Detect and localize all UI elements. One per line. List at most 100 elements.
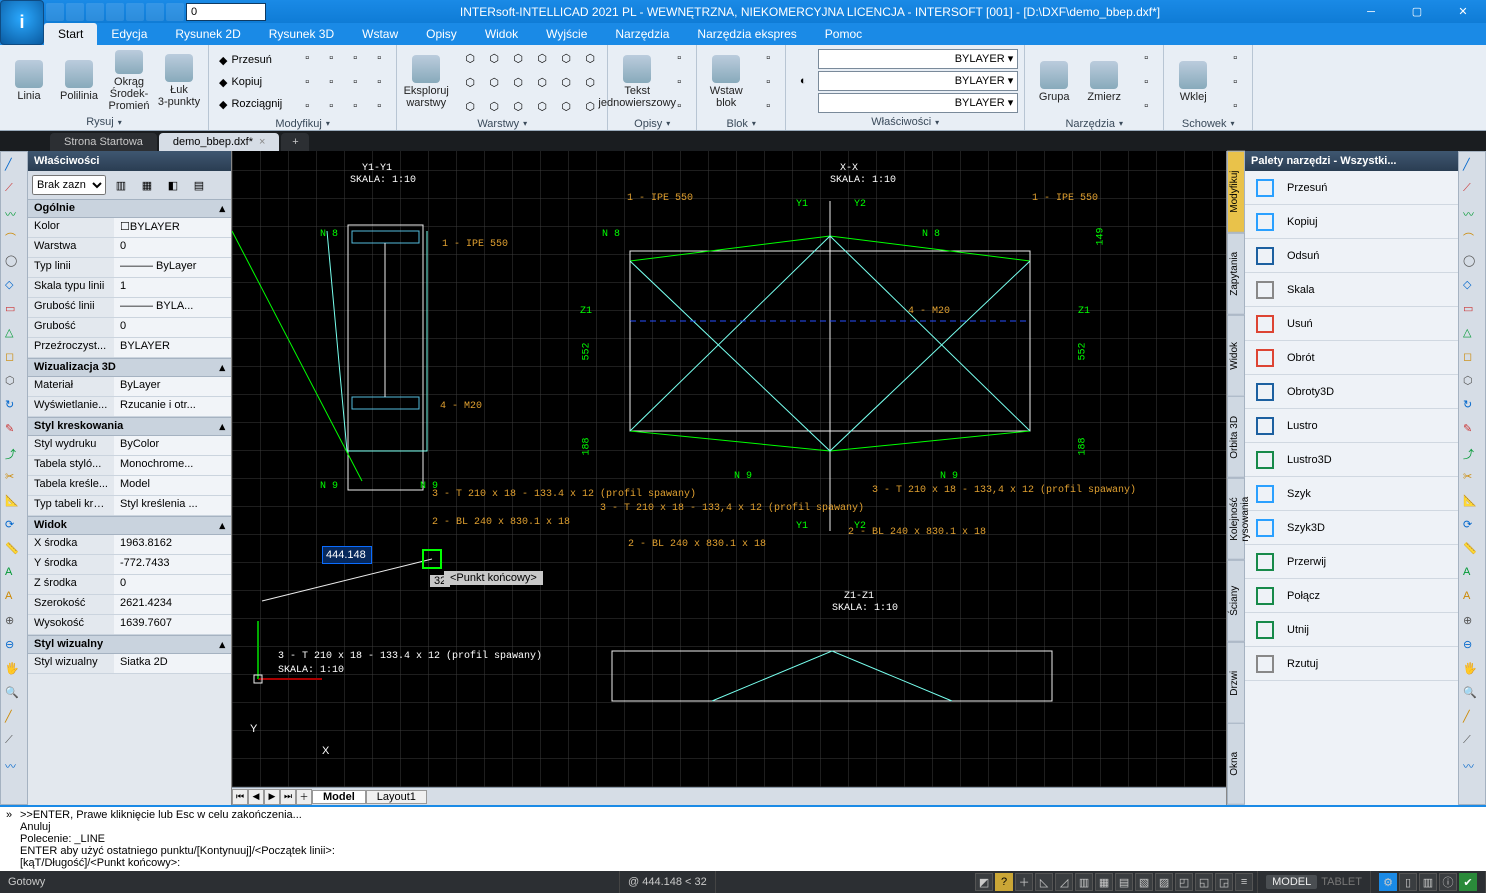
status-toggle-3[interactable]: ＋ [1015,873,1033,891]
layer-state-btn[interactable]: ⬡ [507,47,529,69]
menu-wstaw[interactable]: Wstaw [348,23,412,45]
palette-item-szyk3d[interactable]: Szyk3D [1245,511,1458,545]
left-tool-20[interactable]: ⊖ [5,638,23,656]
close-button[interactable]: ✕ [1440,0,1486,23]
left-tool-18[interactable]: A [5,590,23,608]
right-tool-18[interactable]: A [1463,590,1481,608]
layer-state-btn[interactable]: ⬡ [507,71,529,93]
ribbon-btn-rozciągnij[interactable]: ◆Rozciągnij [215,94,286,114]
right-tool-2[interactable]: 〰 [1463,206,1481,224]
left-tool-13[interactable]: ✂ [5,470,23,488]
ribbon-btn-eksploruj[interactable]: Eksplorujwarstwy [403,51,449,113]
layer-state-btn[interactable]: ⬡ [555,71,577,93]
new-tab-button[interactable]: + [281,133,309,151]
prop-value[interactable]: 0 [114,238,231,257]
left-tool-24[interactable]: ⟋ [5,734,23,752]
right-tool-21[interactable]: 🖐 [1463,662,1481,680]
layer-state-btn[interactable]: ⬡ [555,47,577,69]
layout-nav-last[interactable]: ⏭ [280,789,296,805]
minimize-button[interactable]: ─ [1348,0,1394,23]
panel-small-btn[interactable]: ▫ [1135,71,1157,93]
modify-small-btn[interactable]: ▫ [296,71,318,93]
prop-value[interactable]: ☐BYLAYER [114,218,231,237]
panel-small-btn[interactable]: ▫ [1135,47,1157,69]
menu-narzędzia-ekspres[interactable]: Narzędzia ekspres [683,23,810,45]
status-toggle-11[interactable]: ◰ [1175,873,1193,891]
prop-value[interactable]: ByColor [114,436,231,455]
right-tool-15[interactable]: ⟳ [1463,518,1481,536]
status-model-pill[interactable]: MODEL [1266,875,1317,889]
left-tool-0[interactable]: ╱ [5,158,23,176]
ribbon-btn-wstaw[interactable]: Wstawblok [703,51,749,113]
prop-value[interactable]: BYLAYER [114,338,231,357]
modify-small-btn[interactable]: ▫ [368,71,390,93]
palette-vtab[interactable]: Drzwi [1227,642,1245,724]
right-tool-9[interactable]: ⬡ [1463,374,1481,392]
ribbon-btn-okrąg[interactable]: OkrągŚrodek-Promień [106,50,152,112]
left-tool-23[interactable]: ╱ [5,710,23,728]
layer-prop-dropdown-2[interactable]: BYLAYER ▾ [818,93,1018,113]
props-tool2-icon[interactable]: ▦ [136,174,158,196]
left-tool-5[interactable]: ◇ [5,278,23,296]
left-tool-14[interactable]: 📐 [5,494,23,512]
status-toggle-8[interactable]: ▤ [1115,873,1133,891]
right-tool-4[interactable]: ◯ [1463,254,1481,272]
palette-item-kopiuj[interactable]: Kopiuj [1245,205,1458,239]
panel-small-btn[interactable]: ▫ [1224,95,1246,117]
layout-nav-first[interactable]: ⏮ [232,789,248,805]
palette-vtab[interactable]: Ściany [1227,560,1245,642]
status-toggle-2[interactable]: ? [995,873,1013,891]
left-tool-19[interactable]: ⊕ [5,614,23,632]
layer-state-btn[interactable]: ⬡ [531,95,553,117]
prop-value[interactable]: ByLayer [114,377,231,396]
palette-item-szyk[interactable]: Szyk [1245,477,1458,511]
prop-value[interactable]: 1639.7607 [114,615,231,634]
match-props-icon[interactable]: ◐ [792,70,814,92]
status-windows-icon[interactable]: ▥ [1419,873,1437,891]
prop-value[interactable]: 0 [114,318,231,337]
status-toggle-1[interactable]: ◩ [975,873,993,891]
modify-small-btn[interactable]: ▫ [320,95,342,117]
right-tool-8[interactable]: ◻ [1463,350,1481,368]
left-tool-25[interactable]: 〰 [5,758,23,776]
left-tool-3[interactable]: ⌒ [5,230,23,248]
left-tool-12[interactable]: ⤴ [5,446,23,464]
qat-saveall-icon[interactable] [66,3,84,21]
menu-wyjście[interactable]: Wyjście [532,23,601,45]
palette-item-lustro[interactable]: Lustro [1245,409,1458,443]
prop-value[interactable]: Siatka 2D [114,654,231,673]
ribbon-btn-linia[interactable]: Linia [6,50,52,112]
document-tab[interactable]: Strona Startowa [50,133,157,151]
right-tool-11[interactable]: ✎ [1463,422,1481,440]
modify-small-btn[interactable]: ▫ [368,95,390,117]
left-tool-10[interactable]: ↻ [5,398,23,416]
right-tool-1[interactable]: ⟋ [1463,182,1481,200]
menu-rysunek-2d[interactable]: Rysunek 2D [161,23,254,45]
modify-small-btn[interactable]: ▫ [344,95,366,117]
qat-redo-icon[interactable] [106,3,124,21]
status-toggle-6[interactable]: ▥ [1075,873,1093,891]
panel-small-btn[interactable]: ▫ [757,71,779,93]
prop-value[interactable]: 1963.8162 [114,535,231,554]
right-tool-23[interactable]: ╱ [1463,710,1481,728]
palette-item-usuń[interactable]: Usuń [1245,307,1458,341]
panel-small-btn[interactable]: ▫ [1224,47,1246,69]
ribbon-btn-polilinia[interactable]: Polilinia [56,50,102,112]
right-tool-10[interactable]: ↻ [1463,398,1481,416]
status-toggle-5[interactable]: ◿ [1055,873,1073,891]
close-tab-icon[interactable]: × [259,136,265,148]
status-clipboard-icon[interactable]: ▯ [1399,873,1417,891]
layer-state-btn[interactable]: ⬡ [483,71,505,93]
status-toggle-12[interactable]: ◱ [1195,873,1213,891]
qat-layer-input[interactable] [186,3,266,21]
ribbon-btn-grupa[interactable]: Grupa [1031,51,1077,113]
selection-filter-dropdown[interactable]: Brak zazn [32,175,106,195]
qat-save-icon[interactable] [46,3,64,21]
ribbon-btn-zmierz[interactable]: Zmierz [1081,51,1127,113]
left-tool-9[interactable]: ⬡ [5,374,23,392]
menu-pomoc[interactable]: Pomoc [811,23,876,45]
palette-vtab[interactable]: Widok [1227,315,1245,397]
layer-state-btn[interactable]: ⬡ [483,95,505,117]
prop-value[interactable]: 0 [114,575,231,594]
left-tool-21[interactable]: 🖐 [5,662,23,680]
